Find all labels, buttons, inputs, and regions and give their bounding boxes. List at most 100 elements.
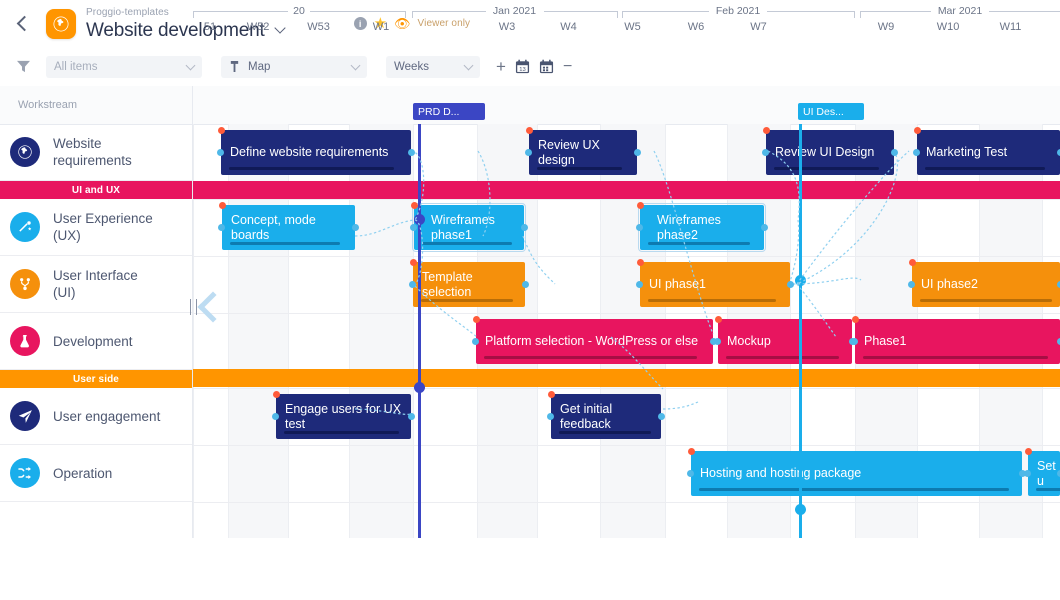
task-bar[interactable]: Wireframes phase1 <box>412 203 526 252</box>
task-left-handle[interactable] <box>410 224 417 231</box>
task-start-marker[interactable] <box>411 202 418 209</box>
task-bar[interactable]: Review UI Design <box>766 130 894 175</box>
task-label: Phase1 <box>864 334 907 348</box>
items-filter-select[interactable]: All items <box>46 55 202 78</box>
view-select-value: Map <box>248 60 271 73</box>
task-bar[interactable]: Concept, mode boards <box>222 205 355 250</box>
task-left-handle[interactable] <box>525 149 532 156</box>
sidebar-item-development[interactable]: Development <box>0 313 192 370</box>
task-start-marker[interactable] <box>219 202 226 209</box>
task-start-marker[interactable] <box>410 259 417 266</box>
task-start-marker[interactable] <box>763 127 770 134</box>
task-left-handle[interactable] <box>687 470 694 477</box>
back-button[interactable] <box>0 0 46 47</box>
task-bar[interactable]: UI phase2 <box>912 262 1060 307</box>
task-right-handle[interactable] <box>408 149 415 156</box>
task-right-handle[interactable] <box>408 413 415 420</box>
task-label: Hosting and hosting package <box>700 466 862 480</box>
calendar-icon[interactable] <box>539 59 554 74</box>
task-start-marker[interactable] <box>218 127 225 134</box>
task-bar[interactable]: Review UX design <box>529 130 637 175</box>
task-left-handle[interactable] <box>851 338 858 345</box>
task-left-handle[interactable] <box>1024 470 1031 477</box>
task-left-handle[interactable] <box>217 149 224 156</box>
calendar-13-icon[interactable]: 13 <box>515 59 530 74</box>
month-rule <box>412 11 486 12</box>
task-start-marker[interactable] <box>914 127 921 134</box>
task-start-marker[interactable] <box>1025 448 1032 455</box>
week-label: W1 <box>372 21 390 33</box>
task-left-handle[interactable] <box>636 224 643 231</box>
task-right-handle[interactable] <box>787 281 794 288</box>
task-right-handle[interactable] <box>521 224 528 231</box>
task-left-handle[interactable] <box>714 338 721 345</box>
task-label: Get initial feedback <box>560 401 613 431</box>
task-left-handle[interactable] <box>409 281 416 288</box>
task-start-marker[interactable] <box>715 316 722 323</box>
task-left-handle[interactable] <box>272 413 279 420</box>
task-left-handle[interactable] <box>547 413 554 420</box>
task-start-marker[interactable] <box>273 391 280 398</box>
task-start-marker[interactable] <box>637 202 644 209</box>
week-label: W53 <box>307 21 330 33</box>
chevron-down-icon <box>185 60 196 70</box>
month-rule <box>543 11 617 12</box>
task-start-marker[interactable] <box>526 127 533 134</box>
task-right-handle[interactable] <box>761 224 768 231</box>
task-right-handle[interactable] <box>891 149 898 156</box>
task-bar[interactable]: Mockup <box>718 319 852 364</box>
task-bar[interactable]: Set u <box>1028 451 1060 496</box>
view-select[interactable]: Map <box>221 55 367 78</box>
task-bar[interactable]: Wireframes phase2 <box>638 203 766 252</box>
task-start-marker[interactable] <box>548 391 555 398</box>
task-start-marker[interactable] <box>909 259 916 266</box>
task-bar[interactable]: Get initial feedback <box>551 394 661 439</box>
task-right-handle[interactable] <box>522 281 529 288</box>
task-progress-bar <box>774 167 879 170</box>
task-bar[interactable]: Engage users for UX test <box>276 394 411 439</box>
task-start-marker[interactable] <box>637 259 644 266</box>
filter-icon[interactable] <box>0 60 46 73</box>
sidebar-item-user-experience[interactable]: User Experience (UX) <box>0 199 192 256</box>
milestone-ui-design[interactable]: UI Des... <box>798 103 864 120</box>
task-bar[interactable]: Define website requirements <box>221 130 411 175</box>
task-label: Set u <box>1037 458 1056 488</box>
task-progress-bar <box>422 242 512 245</box>
collapse-panel-icon[interactable] <box>190 291 229 323</box>
zoom-in-button[interactable]: + <box>496 58 506 75</box>
task-bar[interactable]: Marketing Test <box>917 130 1060 175</box>
task-right-handle[interactable] <box>658 413 665 420</box>
task-left-handle[interactable] <box>908 281 915 288</box>
task-bar[interactable]: Platform selection - WordPress or else <box>476 319 713 364</box>
gantt-chart-area[interactable]: Define website requirements Review UX des… <box>193 124 1060 538</box>
task-left-handle[interactable] <box>762 149 769 156</box>
task-left-handle[interactable] <box>218 224 225 231</box>
task-left-handle[interactable] <box>636 281 643 288</box>
zoom-select[interactable]: Weeks <box>386 55 480 78</box>
viewer-only-label: Viewer only <box>417 18 471 29</box>
prd-milestone-dot-ux <box>414 214 425 225</box>
task-right-handle[interactable] <box>634 149 641 156</box>
task-bar[interactable]: Template selection <box>413 262 525 307</box>
sidebar-item-website-requirements[interactable]: Website requirements <box>0 124 192 181</box>
task-right-handle[interactable] <box>352 224 359 231</box>
task-left-handle[interactable] <box>913 149 920 156</box>
task-left-handle[interactable] <box>472 338 479 345</box>
task-bar[interactable]: Hosting and hosting package <box>691 451 1022 496</box>
sidebar-band-user-side: User side <box>0 370 192 388</box>
task-bar[interactable]: Phase1 <box>855 319 1060 364</box>
zoom-controls: + 13 − <box>496 58 572 75</box>
task-progress-bar <box>699 488 1009 491</box>
sidebar-item-label: Website requirements <box>53 136 132 168</box>
task-start-marker[interactable] <box>688 448 695 455</box>
sidebar-item-user-interface[interactable]: User Interface (UI) <box>0 256 192 313</box>
row-divider <box>193 199 1060 200</box>
sidebar-item-operation[interactable]: Operation <box>0 445 192 502</box>
flask-icon <box>10 326 40 356</box>
task-start-marker[interactable] <box>473 316 480 323</box>
task-bar[interactable]: UI phase1 <box>640 262 790 307</box>
milestone-prd-delivery[interactable]: PRD D... <box>413 103 485 120</box>
task-start-marker[interactable] <box>852 316 859 323</box>
sidebar-item-user-engagement[interactable]: User engagement <box>0 388 192 445</box>
zoom-out-button[interactable]: − <box>563 58 572 75</box>
